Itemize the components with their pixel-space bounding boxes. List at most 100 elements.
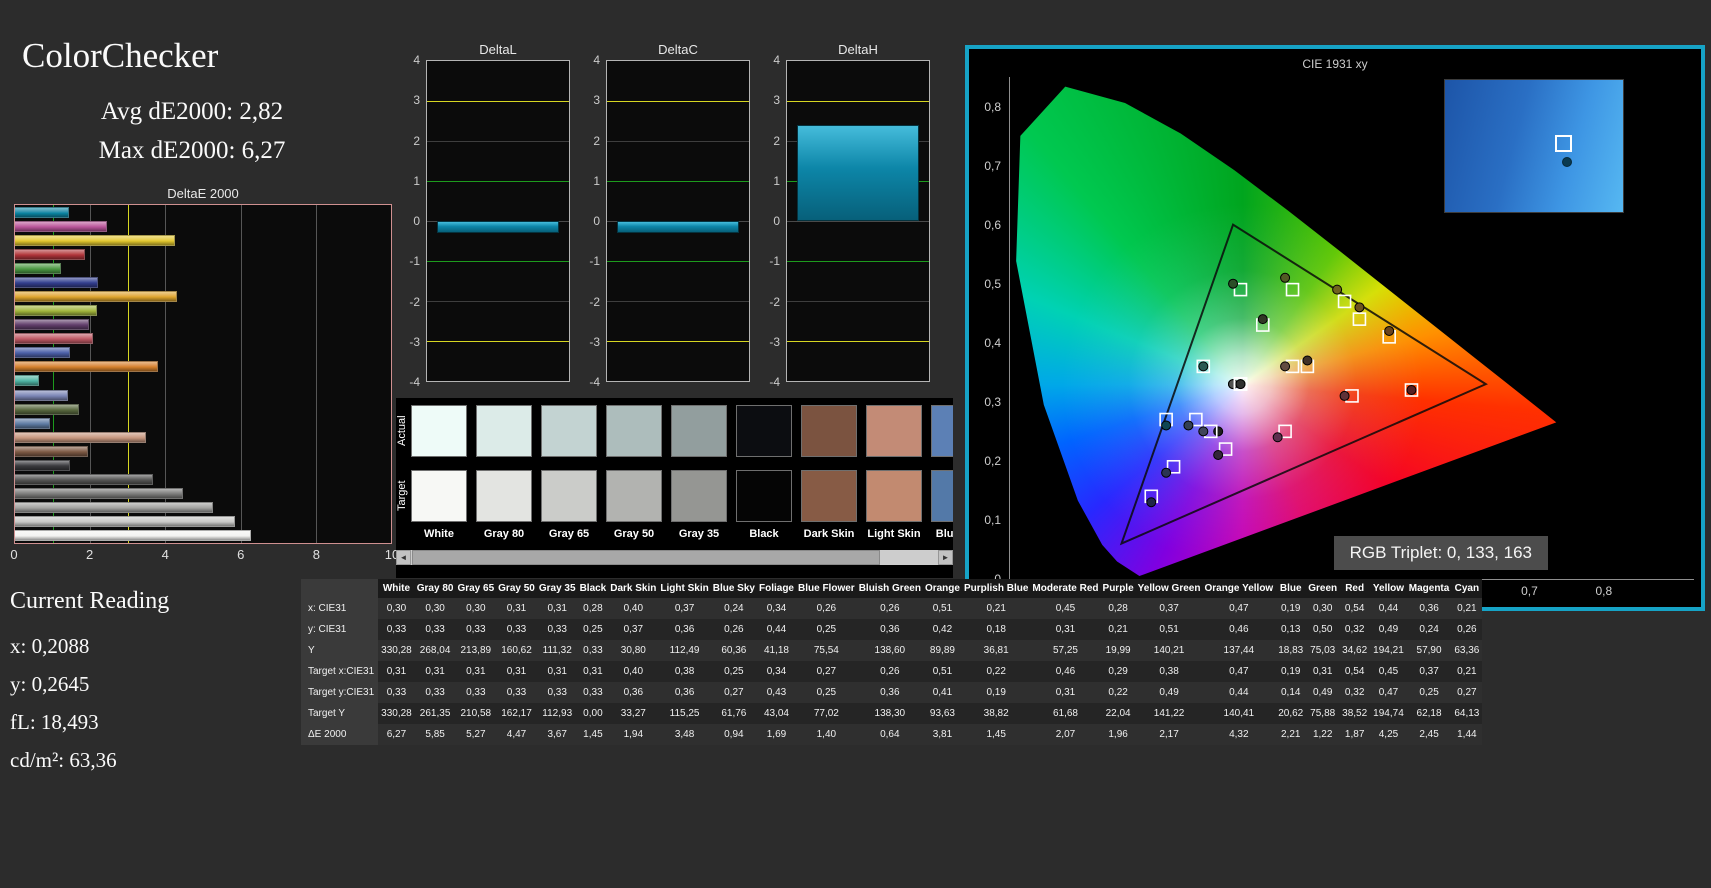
scrollbar-thumb[interactable] — [412, 550, 880, 565]
deltae-bar-green[interactable] — [15, 263, 61, 274]
table-row-target-x-cie31: Target x:CIE310,310,310,310,310,310,310,… — [301, 661, 1482, 682]
deltae-bar-gray-35[interactable] — [15, 474, 153, 485]
deltal-ytick-1: 1 — [413, 174, 420, 188]
column-header-foliage: Foliage — [757, 579, 796, 598]
deltac-ytick-4: 4 — [593, 53, 600, 67]
deltae2000-plot-area[interactable] — [14, 204, 392, 544]
swatch-target-white[interactable] — [411, 470, 467, 522]
table-cell: 0,44 — [757, 619, 796, 640]
deltae-bar-gray-65[interactable] — [15, 502, 213, 513]
table-cell: 0,64 — [857, 724, 923, 745]
deltae-bar-gray-80[interactable] — [15, 516, 235, 527]
deltah-chart: DeltaH 43210-1-2-3-4 — [758, 42, 930, 382]
table-cell: 0,46 — [1030, 661, 1100, 682]
column-header-blue-sky: Blue Sky — [711, 579, 757, 598]
deltae-bar-gray-50[interactable] — [15, 488, 183, 499]
deltae-bar-black[interactable] — [15, 460, 70, 471]
deltac-gridline--1 — [607, 261, 749, 262]
deltae-bar-white[interactable] — [15, 530, 251, 541]
swatch-actual-blue-sky[interactable] — [931, 405, 953, 457]
deltae-bar-moderate-red[interactable] — [15, 333, 93, 344]
table-cell: 0,00 — [578, 703, 609, 724]
deltah-ytick--1: -1 — [769, 254, 780, 268]
scroll-left-icon: ◄ — [400, 553, 408, 562]
deltae-bar-cyan[interactable] — [15, 207, 69, 218]
table-cell: 0,32 — [1339, 619, 1370, 640]
deltah-plot-area[interactable] — [786, 60, 930, 382]
table-cell: 0,36 — [658, 682, 710, 703]
swatch-actual-gray-65[interactable] — [541, 405, 597, 457]
deltae-bar-yellow[interactable] — [15, 235, 175, 246]
swatch-actual-gray-35[interactable] — [671, 405, 727, 457]
swatch-label-blue-sky: Blue Sky — [931, 528, 953, 540]
deltae-bar-purple[interactable] — [15, 319, 89, 330]
deltae-bar-blue-sky[interactable] — [15, 418, 50, 429]
swatch-target-light-skin[interactable] — [866, 470, 922, 522]
deltae-bar-purplish-blue[interactable] — [15, 347, 70, 358]
row-header-x-cie31: x: CIE31 — [301, 598, 378, 619]
swatch-target-gray-35[interactable] — [671, 470, 727, 522]
table-cell: 0,21 — [1451, 661, 1482, 682]
deltae-bar-red[interactable] — [15, 249, 85, 260]
deltah-bar[interactable] — [797, 125, 919, 221]
table-cell: 0,30 — [415, 598, 456, 619]
table-cell: 3,48 — [658, 724, 710, 745]
deltae-bar-blue-flower[interactable] — [15, 390, 68, 401]
swatch-target-dark-skin[interactable] — [801, 470, 857, 522]
table-header-row: WhiteGray 80Gray 65Gray 50Gray 35BlackDa… — [301, 579, 1482, 598]
swatch-target-blue-sky[interactable] — [931, 470, 953, 522]
swatch-target-black[interactable] — [736, 470, 792, 522]
swatch-actual-gray-80[interactable] — [476, 405, 532, 457]
swatch-label-light-skin: Light Skin — [866, 528, 922, 540]
swatch-actual-black[interactable] — [736, 405, 792, 457]
deltae-bar-light-skin[interactable] — [15, 432, 146, 443]
row-header-y: Y — [301, 640, 378, 661]
deltae-bar-foliage[interactable] — [15, 404, 79, 415]
swatch-target-gray-80[interactable] — [476, 470, 532, 522]
table-cell: 0,25 — [796, 682, 857, 703]
table-cell: 77,02 — [796, 703, 857, 724]
cie-1931-panel[interactable]: CIE 1931 xy 00,10,20,30,40,50,60,70,8 RG… — [965, 45, 1705, 611]
swatch-target-gray-65[interactable] — [541, 470, 597, 522]
table-cell: 0,36 — [658, 619, 710, 640]
measured-marker-purplish-blue — [1162, 468, 1171, 477]
swatch-actual-dark-skin[interactable] — [801, 405, 857, 457]
swatch-scrollbar[interactable]: ◄ ► — [396, 550, 953, 565]
swatch-grid: WhiteGray 80Gray 65Gray 50Gray 35BlackDa… — [411, 405, 953, 540]
deltac-ytick--4: -4 — [589, 375, 600, 389]
deltae-bar-blue[interactable] — [15, 277, 98, 288]
scroll-left-button[interactable]: ◄ — [396, 550, 411, 565]
deltac-plot-area[interactable] — [606, 60, 750, 382]
table-cell: 0,47 — [1370, 682, 1407, 703]
table-cell: 0,30 — [455, 598, 496, 619]
table-cell: 0,22 — [962, 661, 1030, 682]
swatch-actual-light-skin[interactable] — [866, 405, 922, 457]
table-cell: 0,33 — [578, 682, 609, 703]
table-cell: 0,33 — [455, 682, 496, 703]
swatch-target-gray-50[interactable] — [606, 470, 662, 522]
table-cell: 3,81 — [923, 724, 962, 745]
table-cell: 0,33 — [455, 619, 496, 640]
deltae-bar-magenta[interactable] — [15, 221, 107, 232]
swatch-actual-gray-50[interactable] — [606, 405, 662, 457]
deltac-bar[interactable] — [617, 221, 739, 233]
table-cell: 0,38 — [1136, 661, 1203, 682]
deltae-bar-bluish-green[interactable] — [15, 375, 39, 386]
deltae-bar-dark-skin[interactable] — [15, 446, 88, 457]
deltae-bar-yellow-green[interactable] — [15, 305, 97, 316]
scroll-right-button[interactable]: ► — [938, 550, 953, 565]
page-title: ColorChecker — [22, 36, 384, 76]
deltac-gridline--3 — [607, 341, 749, 342]
deltal-plot-area[interactable] — [426, 60, 570, 382]
table-cell: 0,54 — [1339, 661, 1370, 682]
deltal-bar[interactable] — [437, 221, 559, 233]
measured-marker-green — [1229, 279, 1238, 288]
cie-chart-title: CIE 1931 xy — [969, 57, 1701, 71]
table-cell: 141,22 — [1136, 703, 1203, 724]
swatch-actual-white[interactable] — [411, 405, 467, 457]
table-cell: 38,82 — [962, 703, 1030, 724]
deltae-bar-orange[interactable] — [15, 361, 158, 372]
table-cell: 0,45 — [1030, 598, 1100, 619]
deltae-bar-orange-yellow[interactable] — [15, 291, 177, 302]
table-cell: 1,96 — [1101, 724, 1136, 745]
